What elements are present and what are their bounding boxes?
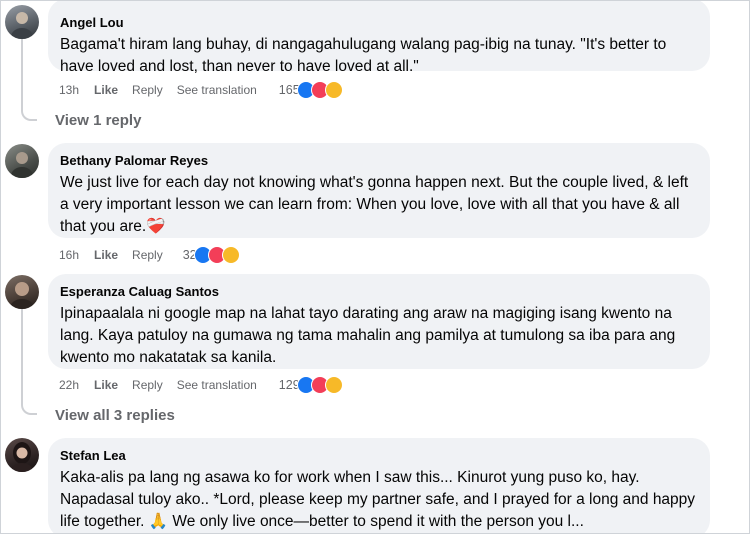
avatar[interactable] <box>5 438 39 472</box>
reply-button[interactable]: Reply <box>132 248 163 262</box>
avatar[interactable] <box>5 144 39 178</box>
comment-bubble: Angel Lou Bagama't hiram lang buhay, di … <box>48 1 710 75</box>
like-button[interactable]: Like <box>94 378 118 392</box>
comment-actions: 16h Like Reply 32 <box>59 245 240 265</box>
thread-line <box>21 309 23 405</box>
thread-connector <box>21 109 37 121</box>
view-replies-link[interactable]: View 1 reply <box>55 112 141 129</box>
avatar-image <box>11 152 33 178</box>
mending-heart-emoji: ❤️‍🩹 <box>146 218 166 235</box>
avatar[interactable] <box>5 275 39 309</box>
thread-line <box>21 39 23 111</box>
avatar-image <box>11 12 33 39</box>
see-translation-link[interactable]: See translation <box>177 378 257 392</box>
comment-bubble: Esperanza Caluag Santos Ipinapaalala ni … <box>48 274 710 369</box>
like-button[interactable]: Like <box>94 248 118 262</box>
comment-text: Kaka-alis pa lang ng asawa ko for work w… <box>60 469 696 530</box>
care-reaction-icon <box>324 81 343 99</box>
avatar-image <box>10 282 34 309</box>
comment-text: We just live for each day not knowing wh… <box>60 172 698 238</box>
comment-timestamp[interactable]: 13h <box>59 83 79 97</box>
reaction-summary[interactable]: 32 <box>183 246 240 264</box>
reply-button[interactable]: Reply <box>132 83 163 97</box>
comment-author[interactable]: Bethany Palomar Reyes <box>60 152 698 169</box>
comment-text: Ipinapaalala ni google map na lahat tayo… <box>60 305 676 366</box>
see-translation-link[interactable]: See translation <box>177 83 257 97</box>
reaction-summary[interactable]: 165 <box>279 81 343 99</box>
view-replies-link[interactable]: View all 3 replies <box>55 407 175 424</box>
like-button[interactable]: Like <box>94 83 118 97</box>
comment-timestamp[interactable]: 16h <box>59 248 79 262</box>
comment-actions: 22h Like Reply See translation 129 <box>59 375 343 395</box>
reaction-summary[interactable]: 129 <box>279 376 343 394</box>
comment-bubble: Bethany Palomar Reyes We just live for e… <box>48 143 710 238</box>
comment-text: Bagama't hiram lang buhay, di nangagahul… <box>60 36 667 75</box>
thread-connector <box>21 403 37 415</box>
avatar-image <box>11 442 33 472</box>
comment-author[interactable]: Esperanza Caluag Santos <box>60 283 698 300</box>
comment-actions: 13h Like Reply See translation 165 <box>59 80 343 100</box>
reply-button[interactable]: Reply <box>132 378 163 392</box>
avatar[interactable] <box>5 5 39 39</box>
care-reaction-icon <box>324 376 343 394</box>
comment-bubble: Stefan Lea Kaka-alis pa lang ng asawa ko… <box>48 438 710 533</box>
comment-author[interactable]: Stefan Lea <box>60 447 698 464</box>
care-reaction-icon <box>221 246 240 264</box>
comment-author[interactable]: Angel Lou <box>60 14 698 31</box>
comment-timestamp[interactable]: 22h <box>59 378 79 392</box>
comments-panel: Angel Lou Bagama't hiram lang buhay, di … <box>0 0 750 534</box>
